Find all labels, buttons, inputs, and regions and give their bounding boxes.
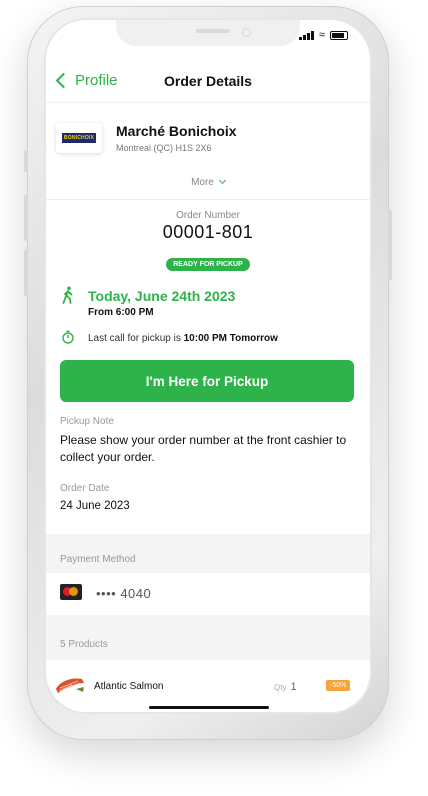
walking-icon (62, 286, 73, 304)
volume-down-button (24, 250, 28, 296)
payment-method-label: Payment Method (60, 554, 136, 565)
products-count-label: 5 Products (60, 639, 108, 650)
notch (116, 20, 300, 46)
product-row[interactable]: Atlantic Salmon Qty 1 -50% (46, 660, 370, 712)
chevron-down-icon (218, 176, 226, 185)
status-bar: ≈ (299, 29, 348, 41)
pickup-date: Today, June 24th 2023 (88, 288, 236, 304)
order-number: 00001-801 (162, 222, 254, 242)
front-camera (242, 28, 251, 37)
mute-switch (24, 150, 28, 172)
page-title: Order Details (164, 73, 252, 89)
nav-bar: Profile Order Details (46, 66, 370, 98)
discount-badge: -50% (326, 680, 351, 691)
stopwatch-icon (62, 330, 74, 344)
salmon-product-image (56, 678, 84, 693)
pickup-note-label: Pickup Note (60, 416, 114, 427)
order-date-value: 24 June 2023 (60, 500, 130, 512)
home-indicator[interactable] (149, 706, 269, 709)
store-card: BONICHOIX Marché Bonichoix Montreal (QC)… (46, 102, 370, 200)
last-call-text: Last call for pickup is 10:00 PM Tomorro… (88, 333, 278, 344)
store-name: Marché Bonichoix (116, 123, 237, 139)
card-number: •••• 4040 (96, 586, 152, 601)
more-label: More (191, 177, 214, 188)
store-address: Montreal (QC) H1S 2X6 (116, 143, 212, 153)
wifi-icon: ≈ (318, 29, 325, 41)
last-call-time: 10:00 PM Tomorrow (183, 333, 278, 344)
speaker-grille (196, 29, 230, 33)
pickup-from-time: From 6:00 PM (88, 307, 154, 318)
battery-icon (330, 31, 348, 40)
order-date-label: Order Date (60, 483, 110, 494)
mastercard-icon (60, 584, 82, 600)
product-qty: Qty 1 (274, 681, 297, 693)
more-button[interactable]: More (46, 176, 370, 188)
payment-method-row[interactable]: •••• 4040 (46, 573, 370, 615)
screen: ≈ Profile Order Details BONICHOIX Marché… (46, 20, 370, 712)
store-logo: BONICHOIX (56, 123, 102, 153)
status-badge: READY FOR PICKUP (166, 258, 250, 271)
pickup-note-text: Please show your order number at the fro… (60, 433, 347, 464)
power-button (388, 210, 392, 280)
im-here-for-pickup-button[interactable]: I'm Here for Pickup (60, 360, 354, 402)
volume-up-button (24, 195, 28, 241)
product-name: Atlantic Salmon (94, 681, 164, 692)
signal-icon (299, 31, 314, 40)
order-number-label: Order Number (176, 210, 240, 221)
